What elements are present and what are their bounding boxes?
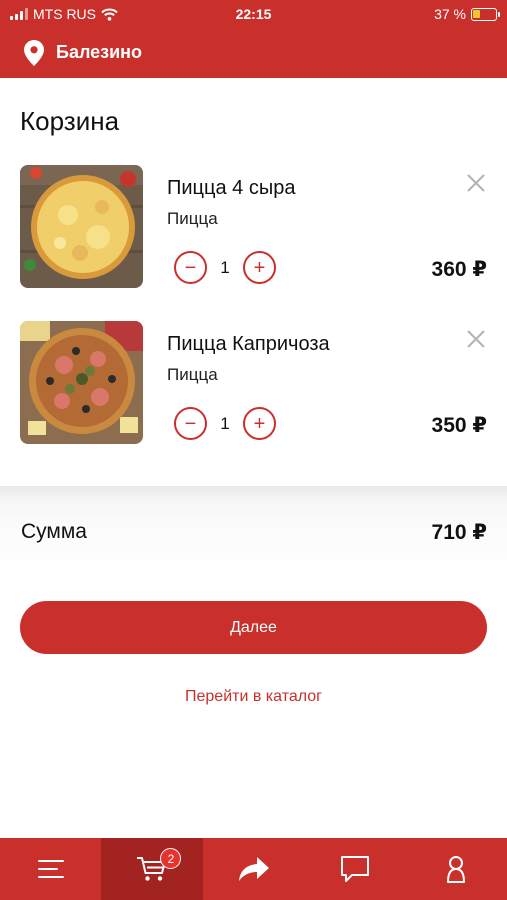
product-category: Пицца	[167, 209, 218, 228]
capricciosa-pizza-image	[20, 321, 143, 444]
tab-share[interactable]	[203, 838, 304, 900]
tab-chat[interactable]	[304, 838, 405, 900]
next-button[interactable]: Далее	[20, 601, 487, 654]
decrease-quantity-button[interactable]: −	[174, 407, 207, 440]
go-to-catalog-link[interactable]: Перейти в каталог	[0, 688, 507, 706]
product-image[interactable]	[20, 165, 143, 288]
product-category: Пицца	[167, 365, 218, 384]
cart-summary: Сумма 710 ₽	[0, 486, 507, 582]
tab-menu[interactable]	[0, 838, 101, 900]
chat-icon	[340, 856, 369, 882]
battery-level	[473, 9, 481, 18]
share-icon	[238, 857, 269, 881]
status-right: 37 %	[434, 6, 500, 22]
tab-profile[interactable]	[406, 838, 507, 900]
cart-item: Пицца Капричоза Пицца − 1 + 350 ₽	[0, 321, 507, 451]
summary-total: 710 ₽	[431, 521, 487, 544]
four-cheese-pizza-image	[20, 165, 143, 288]
quantity-stepper: − 1 +	[174, 251, 276, 284]
product-name[interactable]: Пицца 4 сыра	[167, 177, 295, 200]
profile-icon	[447, 856, 466, 883]
increase-quantity-button[interactable]: +	[243, 251, 276, 284]
cart-count-badge: 2	[160, 848, 182, 869]
city-name[interactable]: Балезино	[56, 42, 142, 63]
product-image[interactable]	[20, 321, 143, 444]
location-pin-icon	[24, 40, 44, 66]
cart-item: Пицца 4 сыра Пицца − 1 + 360 ₽	[0, 165, 507, 295]
bottom-tab-bar: 2	[0, 838, 507, 900]
close-icon[interactable]	[464, 327, 488, 351]
clock: 22:15	[235, 6, 272, 22]
menu-icon	[37, 860, 64, 878]
quantity-value: 1	[220, 257, 230, 277]
quantity-stepper: − 1 +	[174, 407, 276, 440]
quantity-value: 1	[220, 413, 230, 433]
product-price: 350 ₽	[431, 414, 487, 437]
status-bar: MTS RUS 22:15 37 %	[0, 0, 507, 28]
product-name[interactable]: Пицца Капричоза	[167, 333, 330, 356]
summary-label: Сумма	[21, 520, 87, 543]
increase-quantity-button[interactable]: +	[243, 407, 276, 440]
battery-icon	[471, 7, 500, 21]
page-title: Корзина	[20, 106, 120, 136]
battery-percent: 37 %	[434, 6, 466, 22]
city-header[interactable]: Балезино	[0, 28, 507, 78]
decrease-quantity-button[interactable]: −	[174, 251, 207, 284]
close-icon[interactable]	[464, 171, 488, 195]
tab-cart[interactable]: 2	[101, 838, 203, 900]
product-price: 360 ₽	[431, 258, 487, 281]
